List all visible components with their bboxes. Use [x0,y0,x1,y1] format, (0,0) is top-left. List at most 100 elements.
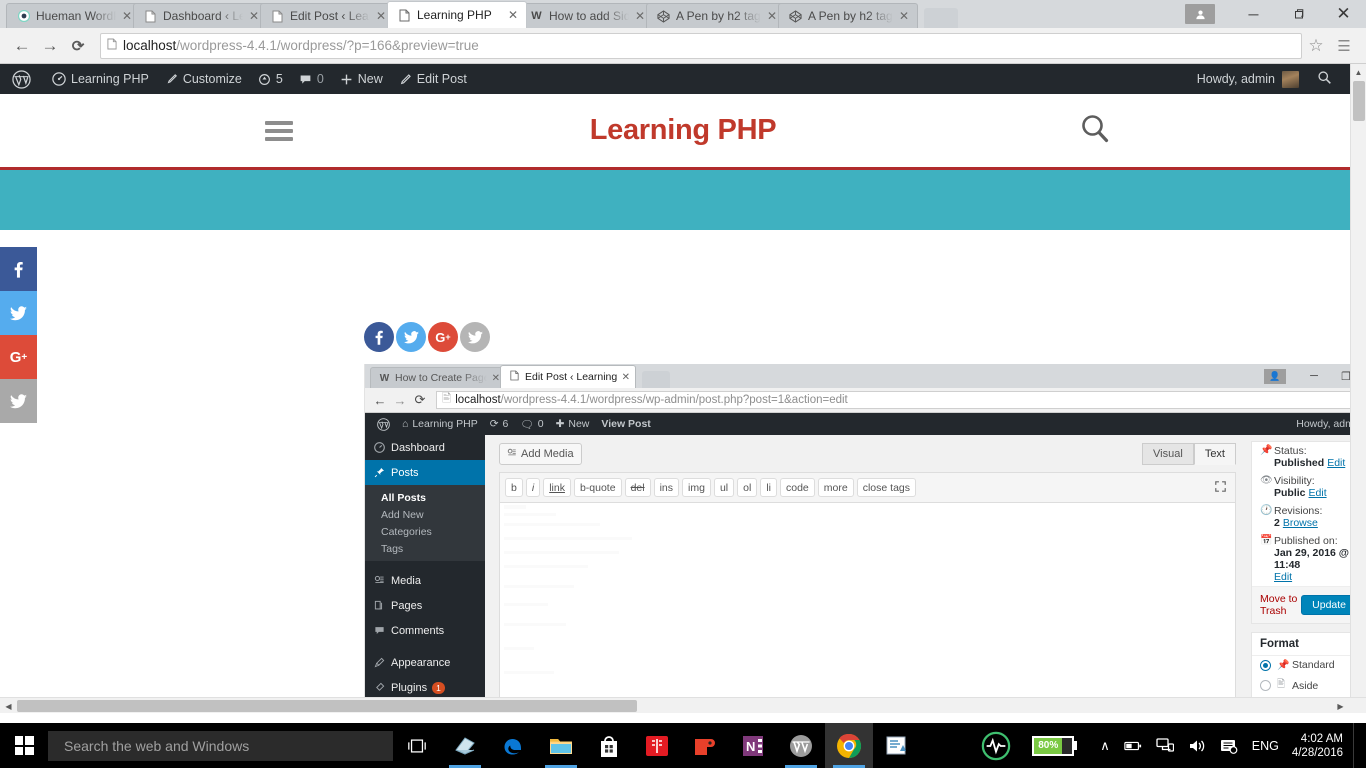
language-indicator[interactable]: ENG [1245,739,1286,753]
post-content-textarea [500,503,1235,713]
update-icon [258,73,271,86]
facebook-share-button[interactable] [364,322,394,352]
browser-tab[interactable]: A Pen by h2 tag ove ✕ [778,3,918,28]
post-share-buttons: G + [364,322,490,352]
battery-status[interactable]: 80% [1025,735,1093,756]
windows-taskbar: Search the web and Windows N 80% ∧ ENG 4… [0,723,1366,768]
twitter-icon[interactable] [0,291,37,335]
system-tray: 80% ∧ ENG 4:02 AM 4/28/2016 [974,723,1366,768]
status-label: Status: [1274,445,1307,457]
browser-tab[interactable]: A Pen by h2 tag ove ✕ [646,3,786,28]
taskbar-app-buttons: N [441,723,921,768]
scroll-left-arrow[interactable]: ◀ [0,698,17,713]
vertical-scroll-thumb[interactable] [1353,81,1365,121]
network-icon[interactable] [1149,738,1181,753]
close-icon[interactable]: ✕ [765,10,779,22]
close-icon[interactable]: ✕ [506,9,520,21]
page-vertical-scrollbar[interactable]: ▲ [1350,64,1366,713]
horizontal-scroll-thumb[interactable] [17,700,637,712]
bookmark-star-icon[interactable]: ☆ [1302,32,1330,60]
maximize-button[interactable] [1276,0,1321,28]
close-icon[interactable]: ✕ [120,10,134,22]
edge-icon[interactable] [489,723,537,768]
menu-item-appearance: Appearance [365,650,485,675]
chrome-icon[interactable] [825,723,873,768]
paint-icon[interactable] [681,723,729,768]
wordpad-icon[interactable] [873,723,921,768]
scroll-right-arrow[interactable]: ▶ [1332,698,1349,713]
site-name-button[interactable]: Learning PHP [44,64,157,94]
post-editor: b i link b-quote del ins img ul ol li co [499,472,1236,713]
browser-tab[interactable]: Edit Post ‹ Learning ✕ [260,3,395,28]
sticky-notes-icon[interactable] [441,723,489,768]
minimize-button[interactable]: ─ [1231,0,1276,28]
close-button[interactable]: ✕ [1321,0,1366,28]
admin-bar-account[interactable]: Howdy, admin [1197,64,1332,94]
close-icon[interactable]: ✕ [897,10,911,22]
close-icon[interactable]: ✕ [633,10,647,22]
search-icon[interactable] [1079,112,1111,149]
close-icon[interactable]: ✕ [374,10,388,22]
browser-tab-active[interactable]: Learning PHP ✕ [387,1,527,28]
task-view-icon[interactable] [393,738,441,754]
browser-tab-label: How to add Sidebar [549,9,629,23]
qt-ins: ins [653,478,680,497]
qt-code: code [780,478,815,497]
search-icon[interactable] [1317,70,1332,88]
updates-button[interactable]: 5 [250,64,291,94]
taskbar-clock[interactable]: 4:02 AM 4/28/2016 [1286,732,1353,760]
chrome-menu-icon[interactable]: ☰ [1330,32,1358,60]
facebook-icon[interactable] [0,247,37,291]
address-bar[interactable]: localhost/wordpress-4.4.1/wordpress/?p=1… [100,32,1302,59]
taskbar-search-input[interactable]: Search the web and Windows [48,730,393,761]
start-button[interactable] [0,723,48,768]
googleplus-share-button[interactable]: G + [428,322,458,352]
forward-button[interactable]: → [36,32,64,60]
profile-icon[interactable] [1185,4,1215,24]
pin-icon: 📌 [1277,659,1290,671]
action-center-icon[interactable] [1213,738,1245,754]
volume-icon[interactable] [1181,738,1213,754]
twitter-share-button[interactable] [460,322,490,352]
hueman-app-icon[interactable] [777,723,825,768]
browser-tab-strip: Hueman WordPress ✕ Dashboard ‹ Learnin ✕… [0,0,1366,28]
comments-button[interactable]: 0 [291,64,332,94]
browser-tab[interactable]: Dashboard ‹ Learnin ✕ [133,3,268,28]
new-tab-button [642,371,670,388]
googleplus-icon[interactable]: G + [0,335,37,379]
editor-mode-tabs: Visual Text [1142,443,1236,465]
show-desktop-button[interactable] [1353,723,1360,768]
battery-cap [1074,741,1078,750]
customize-button[interactable]: Customize [157,64,250,94]
close-icon[interactable]: ✕ [247,10,261,22]
chevron-up-icon[interactable]: ∧ [1093,738,1117,754]
onenote-icon[interactable]: N [729,723,777,768]
browser-tab[interactable]: W How to add Sidebar ✕ [519,3,654,28]
battery-tray-icon[interactable] [1117,740,1149,752]
site-title[interactable]: Learning PHP [0,114,1366,147]
reload-button[interactable]: ⟳ [64,32,92,60]
back-button[interactable]: ← [8,32,36,60]
embedded-admin-menu: Dashboard Posts All Posts Add New Catego… [365,435,491,713]
qt-bold: b [505,478,523,497]
plugins-icon [374,682,391,693]
browser-tab-label: Hueman WordPress [36,9,116,23]
scroll-up-arrow[interactable]: ▲ [1351,64,1366,81]
page-horizontal-scrollbar[interactable]: ◀ ▶ [0,697,1366,713]
wp-admin-bar: Learning PHP Customize 5 0 New Edit Post… [0,64,1366,94]
twitter-icon[interactable] [0,379,37,423]
new-tab-button[interactable] [924,8,958,28]
hamburger-icon[interactable] [265,117,293,145]
wp-logo-button[interactable] [8,64,44,94]
browser-toolbar: ← → ⟳ localhost/wordpress-4.4.1/wordpres… [0,28,1366,64]
reader-icon[interactable] [633,723,681,768]
twitter-share-button[interactable] [396,322,426,352]
new-content-button[interactable]: New [332,64,391,94]
url-path: /wordpress-4.4.1/wordpress/?p=166&previe… [176,38,479,53]
browser-tab[interactable]: Hueman WordPress ✕ [6,3,141,28]
health-icon[interactable] [974,731,1025,761]
edit-post-button[interactable]: Edit Post [391,64,475,94]
file-explorer-icon[interactable] [537,723,585,768]
store-icon[interactable] [585,723,633,768]
howdy-label: Howdy, admin [1196,72,1275,86]
